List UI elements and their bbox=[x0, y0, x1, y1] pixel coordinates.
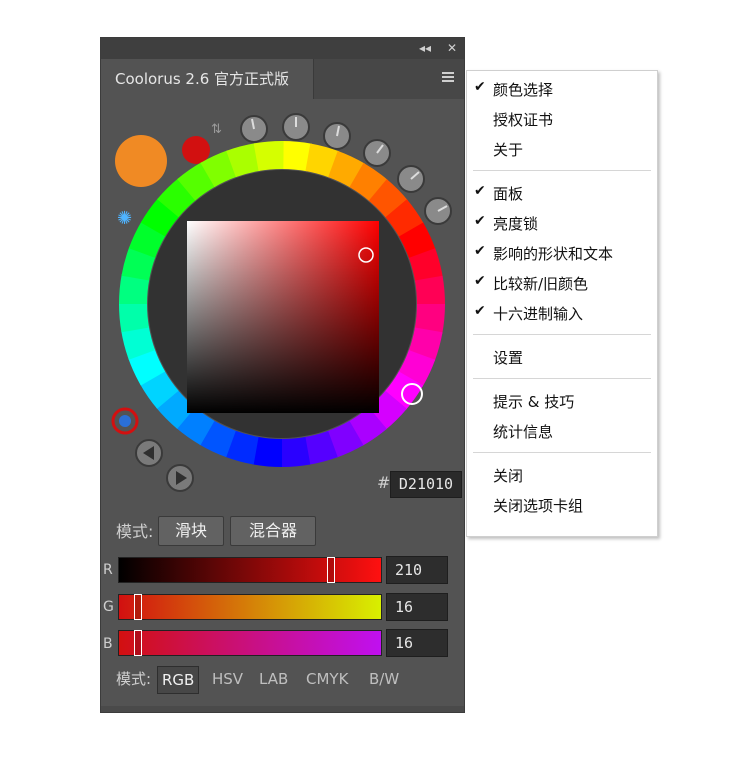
b-value-input[interactable]: 16 bbox=[386, 629, 448, 657]
b-slider[interactable] bbox=[118, 630, 382, 656]
mixer-mode-button[interactable]: 混合器 bbox=[230, 516, 316, 546]
menu-item-label: 关闭选项卡组 bbox=[493, 497, 584, 515]
menu-item[interactable]: ✔ 比较新/旧颜色 bbox=[467, 269, 657, 297]
menu-item[interactable]: ✔ 影响的形状和文本 bbox=[467, 239, 657, 267]
menu-item[interactable]: 授权证书 bbox=[467, 105, 657, 133]
menu-item-label: 影响的形状和文本 bbox=[493, 245, 614, 263]
menu-separator bbox=[473, 378, 651, 379]
menu-separator bbox=[473, 452, 651, 453]
b-slider-thumb[interactable] bbox=[134, 630, 142, 656]
hex-input[interactable]: D21010 bbox=[390, 471, 462, 498]
menu-item[interactable]: 关闭 bbox=[467, 461, 657, 489]
menu-item[interactable]: ✔ 面板 bbox=[467, 179, 657, 207]
checkmark-icon: ✔ bbox=[474, 213, 486, 229]
menu-item[interactable]: 设置 bbox=[467, 343, 657, 371]
menu-item-label: 比较新/旧颜色 bbox=[493, 275, 589, 293]
hue-segment[interactable] bbox=[253, 141, 284, 172]
hue-segment[interactable] bbox=[414, 275, 445, 306]
color-model-label: 模式: bbox=[116, 670, 152, 688]
checkmark-icon: ✔ bbox=[474, 273, 486, 289]
checkmark-icon: ✔ bbox=[474, 303, 486, 319]
menu-item-label: 统计信息 bbox=[493, 423, 554, 441]
hue-segment[interactable] bbox=[280, 436, 311, 467]
menu-item[interactable]: 关闭选项卡组 bbox=[467, 491, 657, 519]
menu-separator bbox=[473, 334, 651, 335]
hue-segment[interactable] bbox=[119, 302, 150, 333]
coolorus-panel: ◂◂ ✕ Coolorus 2.6 官方正式版 ⇅ ✺ # D21010 模式:… bbox=[101, 38, 464, 712]
menu-item[interactable]: ✔ 颜色选择 bbox=[467, 75, 657, 103]
menu-item-label: 颜色选择 bbox=[493, 81, 554, 99]
context-menu: ✔ 颜色选择授权证书关于 ✔ 面板 ✔ 亮度锁 ✔ 影响的形状和文本 ✔ 比较新/旧颜色 ✔ 十六进制… bbox=[466, 70, 658, 537]
tab-rgb[interactable]: RGB bbox=[157, 666, 200, 694]
menu-item-label: 面板 bbox=[493, 185, 524, 203]
channel-label-b: B bbox=[103, 636, 113, 652]
mode-label: 模式: bbox=[116, 522, 154, 541]
menu-item-label: 设置 bbox=[493, 349, 524, 367]
menu-item-label: 关闭 bbox=[493, 467, 524, 485]
hex-prefix: # bbox=[377, 473, 391, 492]
checkmark-icon: ✔ bbox=[474, 243, 486, 259]
panel-bottom-edge bbox=[101, 706, 464, 712]
menu-item-label: 十六进制输入 bbox=[493, 305, 584, 323]
menu-item[interactable]: ✔ 亮度锁 bbox=[467, 209, 657, 237]
swap-colors-icon[interactable]: ⇅ bbox=[211, 122, 222, 137]
tab-hsv[interactable]: HSV bbox=[212, 666, 243, 692]
tab-bw[interactable]: B/W bbox=[369, 666, 399, 692]
menu-item[interactable]: 统计信息 bbox=[467, 417, 657, 445]
g-value-input[interactable]: 16 bbox=[386, 593, 448, 621]
slider-mode-button[interactable]: 滑块 bbox=[158, 516, 224, 546]
r-value-input[interactable]: 210 bbox=[386, 556, 448, 584]
r-slider-thumb[interactable] bbox=[327, 557, 335, 583]
saturation-square[interactable] bbox=[187, 221, 379, 413]
g-slider[interactable] bbox=[118, 594, 382, 620]
brightness-icon[interactable]: ✺ bbox=[117, 208, 132, 229]
r-slider[interactable] bbox=[118, 557, 382, 583]
tab-lab[interactable]: LAB bbox=[259, 666, 288, 692]
tab-cmyk[interactable]: CMYK bbox=[306, 666, 348, 692]
menu-separator bbox=[473, 170, 651, 171]
channel-label-r: R bbox=[103, 562, 113, 578]
current-color-swatch[interactable] bbox=[182, 136, 210, 164]
menu-item[interactable]: 关于 bbox=[467, 135, 657, 163]
menu-item[interactable]: ✔ 十六进制输入 bbox=[467, 299, 657, 327]
checkmark-icon: ✔ bbox=[474, 79, 486, 95]
menu-item-label: 授权证书 bbox=[493, 111, 554, 129]
g-slider-thumb[interactable] bbox=[134, 594, 142, 620]
color-wheel-area: ⇅ ✺ bbox=[111, 113, 452, 492]
checkmark-icon: ✔ bbox=[474, 183, 486, 199]
menu-item[interactable]: 提示 & 技巧 bbox=[467, 387, 657, 415]
menu-item-label: 关于 bbox=[493, 141, 524, 159]
previous-color-swatch[interactable] bbox=[115, 135, 167, 187]
menu-item-label: 亮度锁 bbox=[493, 215, 539, 233]
channel-label-g: G bbox=[103, 599, 114, 615]
menu-item-label: 提示 & 技巧 bbox=[493, 393, 575, 411]
